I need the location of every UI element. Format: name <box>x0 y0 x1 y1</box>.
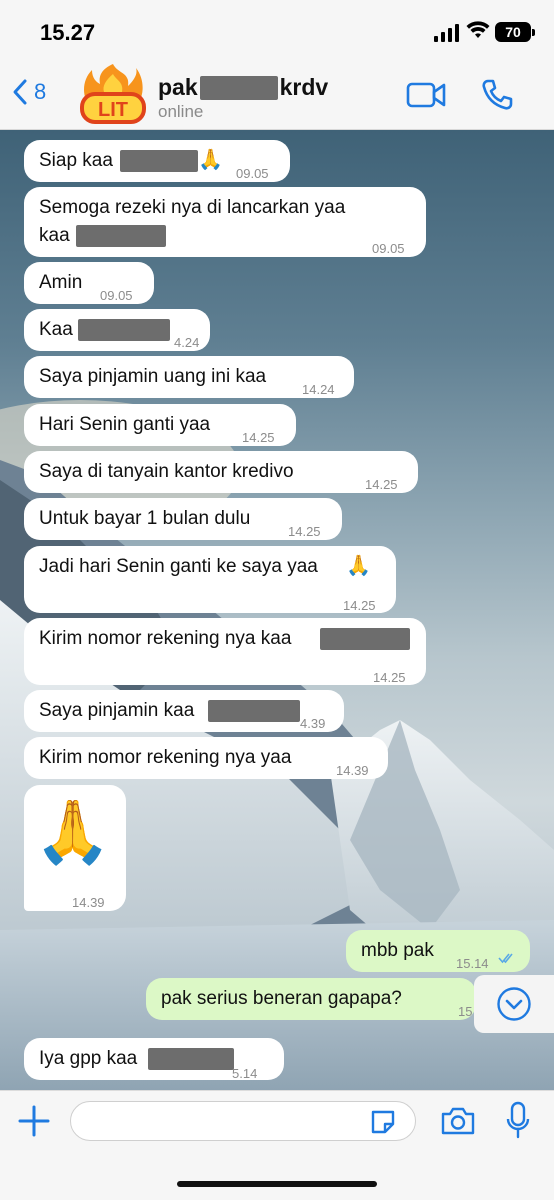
home-indicator <box>177 1181 377 1187</box>
message-bubble[interactable]: Saya pinjamin uang ini kaa 14.24 <box>24 356 354 398</box>
message-time: 14.25 <box>365 477 398 492</box>
message-text: Hari Senin ganti yaa <box>39 414 211 435</box>
scroll-to-bottom-button[interactable] <box>474 975 554 1033</box>
redaction-block <box>320 628 410 650</box>
message-text: Saya di tanyain kantor kredivo <box>39 461 294 482</box>
message-text: Amin <box>39 272 83 293</box>
chevron-down-circle-icon <box>497 987 531 1021</box>
message-time: 09.05 <box>236 166 269 181</box>
message-time: 14.39 <box>72 895 105 910</box>
message-time: 5.14 <box>232 1066 258 1081</box>
message-bubble[interactable]: Jadi hari Senin ganti ke saya yaa 🙏 14.2… <box>24 546 396 613</box>
avatar-label: LIT <box>98 99 128 121</box>
message-bubble[interactable]: Iya gpp kaa 5.14 <box>24 1038 284 1081</box>
message-bubble[interactable]: Siap kaa 🙏 09.05 <box>24 140 290 182</box>
phone-call-icon[interactable] <box>480 78 514 112</box>
emoji-message-bubble[interactable]: 🙏 14.39 <box>24 785 126 911</box>
message-bubble[interactable]: Amin 09.05 <box>24 262 154 304</box>
chevron-left-icon <box>13 79 27 105</box>
message-time: 14.25 <box>242 430 275 445</box>
message-bubble[interactable]: Untuk bayar 1 bulan dulu 14.25 <box>24 498 342 540</box>
message-bubble[interactable]: Saya di tanyain kantor kredivo 14.25 <box>24 451 418 493</box>
back-button[interactable]: 8 <box>12 78 46 106</box>
contact-avatar[interactable]: LIT <box>78 60 148 130</box>
message-bubble[interactable]: Kirim nomor rekening nya kaa 14.25 <box>24 618 426 685</box>
praying-hands-emoji: 🙏 <box>346 555 371 577</box>
message-text: Untuk bayar 1 bulan dulu <box>39 508 251 529</box>
message-time: 09.05 <box>372 241 405 256</box>
message-time: 09.05 <box>100 288 133 303</box>
message-time: 15.14 <box>456 956 489 971</box>
message-text: Kirim nomor rekening nya kaa <box>39 628 292 649</box>
redaction-block <box>76 225 166 247</box>
message-text: pak serius beneran gapapa? <box>161 988 402 1009</box>
message-bubble[interactable]: Kirim nomor rekening nya yaa 14.39 <box>24 737 388 779</box>
message-text: Siap kaa <box>39 150 113 171</box>
redaction-block <box>120 150 198 172</box>
message-bubble[interactable]: Saya pinjamin kaa 4.39 <box>24 690 344 732</box>
message-text: Saya pinjamin uang ini kaa <box>39 366 267 387</box>
cellular-signal-icon <box>434 24 459 42</box>
message-text: Jadi hari Senin ganti ke saya yaa <box>39 556 318 577</box>
message-text: Kirim nomor rekening nya yaa <box>39 747 292 768</box>
message-time: 14.24 <box>302 382 335 397</box>
message-time: 14.39 <box>336 763 369 778</box>
status-time: 15.27 <box>40 20 96 45</box>
status-bar: 15.27 70 <box>0 0 554 60</box>
video-call-icon[interactable] <box>406 80 446 110</box>
praying-hands-emoji: 🙏 <box>198 149 223 171</box>
contact-status: online <box>158 102 204 121</box>
message-text: mbb pak <box>361 940 434 961</box>
message-time: 14.25 <box>343 598 376 613</box>
message-time: 15 <box>458 1004 473 1019</box>
message-text: Saya pinjamin kaa <box>39 700 195 721</box>
message-time: 14.25 <box>288 524 321 539</box>
message-time: 4.39 <box>300 716 326 731</box>
message-text-line2: kaa <box>39 225 70 246</box>
read-receipt-icon <box>498 953 513 964</box>
redaction-block <box>199 75 278 100</box>
battery-icon: 70 <box>495 22 535 42</box>
wifi-icon <box>466 21 490 38</box>
plus-icon[interactable] <box>16 1103 52 1139</box>
message-text: Iya gpp kaa <box>39 1048 138 1069</box>
redaction-block <box>148 1048 234 1070</box>
praying-hands-emoji: 🙏 <box>34 798 112 867</box>
message-time: 4.24 <box>174 335 200 350</box>
message-time: 14.25 <box>373 670 406 685</box>
microphone-icon[interactable] <box>505 1101 531 1141</box>
message-bubble[interactable]: Kaa 4.24 <box>24 309 210 351</box>
message-bubble[interactable]: Semoga rezeki nya di lancarkan yaa kaa 0… <box>24 187 426 257</box>
message-input[interactable] <box>70 1101 416 1141</box>
sticker-icon[interactable] <box>368 1107 398 1137</box>
redaction-block <box>78 319 170 341</box>
camera-icon[interactable] <box>440 1105 476 1137</box>
outgoing-message-bubble[interactable]: pak serius beneran gapapa? 15 <box>146 978 476 1020</box>
message-text: Kaa <box>39 319 73 340</box>
message-text: Semoga rezeki nya di lancarkan yaa <box>39 197 346 218</box>
contact-name-suffix: krdv <box>279 74 329 100</box>
outgoing-message-bubble[interactable]: mbb pak 15.14 <box>346 930 530 972</box>
contact-name[interactable]: pak krdv <box>158 74 328 101</box>
contact-name-prefix: pak <box>158 74 198 100</box>
redaction-block <box>208 700 300 722</box>
chat-header: 8 LIT pak krdv online <box>0 60 554 130</box>
message-bubble[interactable]: Hari Senin ganti yaa 14.25 <box>24 404 296 446</box>
unread-count: 8 <box>34 79 47 104</box>
